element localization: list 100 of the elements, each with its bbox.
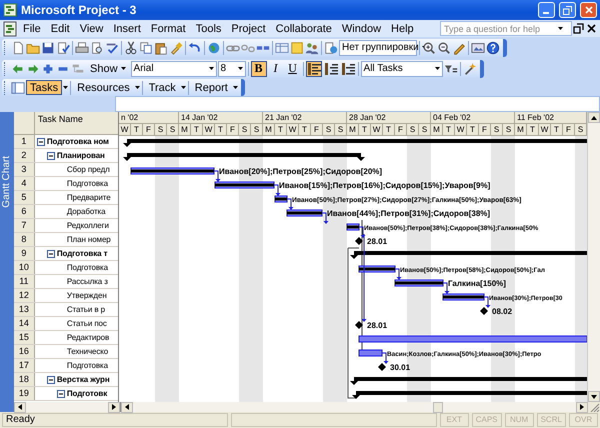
document-icon[interactable] <box>2 20 18 36</box>
menu-item[interactable]: Project <box>226 22 271 34</box>
left-arrow-icon[interactable] <box>124 404 129 410</box>
guide-tab[interactable]: Resources <box>73 80 134 95</box>
toolbar-grip[interactable] <box>4 80 8 94</box>
printer-icon[interactable] <box>75 40 89 54</box>
new-document-icon[interactable] <box>11 40 25 54</box>
restore-window-icon[interactable] <box>572 22 585 35</box>
align-center-button[interactable] <box>322 60 339 76</box>
font-dropdown[interactable]: Arial <box>130 60 217 76</box>
caret-icon <box>434 67 440 70</box>
help-icon[interactable] <box>486 40 500 54</box>
zoom-out-icon[interactable] <box>437 40 451 54</box>
toolbar-grip[interactable] <box>4 62 8 76</box>
milestone-diamond[interactable] <box>378 363 386 371</box>
wand-icon[interactable] <box>462 62 477 76</box>
task-bar[interactable] <box>394 280 444 286</box>
menu-item[interactable]: File <box>18 22 46 34</box>
right-arrow-icon[interactable] <box>580 404 584 410</box>
column-header[interactable]: Task Name <box>34 112 118 134</box>
collapse-icon[interactable] <box>46 152 55 160</box>
note-icon[interactable] <box>290 40 304 54</box>
day-label: T <box>443 124 455 135</box>
globe-icon[interactable] <box>207 40 221 54</box>
summary-bar[interactable] <box>350 251 587 259</box>
size-grip-icon[interactable] <box>588 402 600 412</box>
text-style-button[interactable]: I <box>268 60 284 76</box>
down-arrow-icon[interactable] <box>591 394 597 398</box>
summary-bar[interactable] <box>352 391 587 399</box>
entry-field[interactable] <box>115 96 600 112</box>
task-name: Техническо <box>66 347 108 356</box>
task-bar[interactable] <box>346 224 360 230</box>
plus-icon[interactable] <box>41 62 55 76</box>
close-button[interactable] <box>580 2 597 18</box>
scissors-icon[interactable] <box>124 40 138 54</box>
task-bar[interactable] <box>442 294 484 300</box>
task-bar[interactable] <box>274 196 288 202</box>
panel-icon[interactable] <box>11 80 25 94</box>
close-icon[interactable] <box>585 22 598 35</box>
menu-item[interactable]: View <box>74 22 108 34</box>
collapse-icon[interactable] <box>46 376 55 384</box>
menu-item[interactable]: Insert <box>108 22 146 34</box>
align-left-button[interactable] <box>306 60 322 76</box>
collapse-icon[interactable] <box>46 250 55 258</box>
horizontal-scrollbar[interactable] <box>14 402 121 412</box>
menu-item[interactable]: Collaborate <box>270 22 337 34</box>
checkmark-icon[interactable] <box>105 40 119 54</box>
print-preview-icon[interactable] <box>90 40 104 54</box>
document-check-icon[interactable] <box>56 40 70 54</box>
day-label: S <box>335 124 347 135</box>
menu-item[interactable]: Format <box>146 22 191 34</box>
task-bar[interactable] <box>130 168 214 174</box>
undo-icon[interactable] <box>188 40 202 54</box>
milestone-diamond[interactable] <box>355 321 363 329</box>
picture-icon[interactable] <box>471 40 485 54</box>
milestone-diamond[interactable] <box>480 307 488 315</box>
menu-item[interactable]: Tools <box>190 22 226 34</box>
summary-bar[interactable] <box>123 139 587 147</box>
align-right-button[interactable] <box>340 60 356 76</box>
clipboard-icon[interactable] <box>154 40 168 54</box>
task-bar[interactable] <box>214 182 274 188</box>
task-bar[interactable] <box>286 210 322 216</box>
view-bar[interactable]: Gantt Chart <box>0 112 14 402</box>
copy-icon[interactable] <box>139 40 153 54</box>
restore-icon <box>563 6 572 14</box>
milestone-diamond[interactable] <box>355 237 363 245</box>
restore-button[interactable] <box>559 2 576 18</box>
collapse-icon[interactable] <box>36 138 45 146</box>
up-arrow-icon[interactable] <box>591 116 597 120</box>
task-name: Редколлеги <box>66 221 109 230</box>
people-icon[interactable] <box>305 40 319 54</box>
task-bar[interactable] <box>358 266 396 272</box>
menu-item[interactable]: Window <box>336 22 386 34</box>
card-icon[interactable] <box>275 40 289 54</box>
globe-document-icon[interactable] <box>324 40 338 54</box>
zoom-in-icon[interactable] <box>422 40 436 54</box>
guide-tab[interactable]: Tasks <box>26 80 62 95</box>
left-arrow-icon[interactable] <box>18 404 22 410</box>
guide-tab[interactable]: Track <box>144 80 180 95</box>
menu-item[interactable]: Help <box>386 22 419 34</box>
menu-item[interactable]: Edit <box>46 22 75 34</box>
summary-bar[interactable] <box>123 153 365 161</box>
summary-bar[interactable] <box>350 377 587 385</box>
row-number: 2 <box>14 149 35 162</box>
collapse-icon[interactable] <box>56 390 65 398</box>
scrollbar-thumb[interactable] <box>432 402 443 413</box>
horizontal-scrollbar[interactable] <box>120 402 588 412</box>
text-style-button[interactable]: B <box>250 60 267 76</box>
brush-icon[interactable] <box>169 40 183 54</box>
text-style-button[interactable]: U <box>284 60 301 76</box>
font-size-dropdown[interactable]: 8 <box>218 60 246 76</box>
right-arrow-icon[interactable] <box>112 404 116 410</box>
show-button[interactable]: Show <box>86 61 130 76</box>
minimize-button[interactable] <box>538 2 555 18</box>
vertical-scrollbar[interactable] <box>587 112 600 402</box>
row-number: 3 <box>14 163 35 176</box>
guide-tab[interactable]: Report <box>190 80 232 95</box>
filter-dropdown[interactable]: All Tasks <box>360 60 443 76</box>
help-search-field[interactable]: Type a question for help <box>440 21 572 36</box>
toolbar-grip[interactable] <box>4 40 8 54</box>
